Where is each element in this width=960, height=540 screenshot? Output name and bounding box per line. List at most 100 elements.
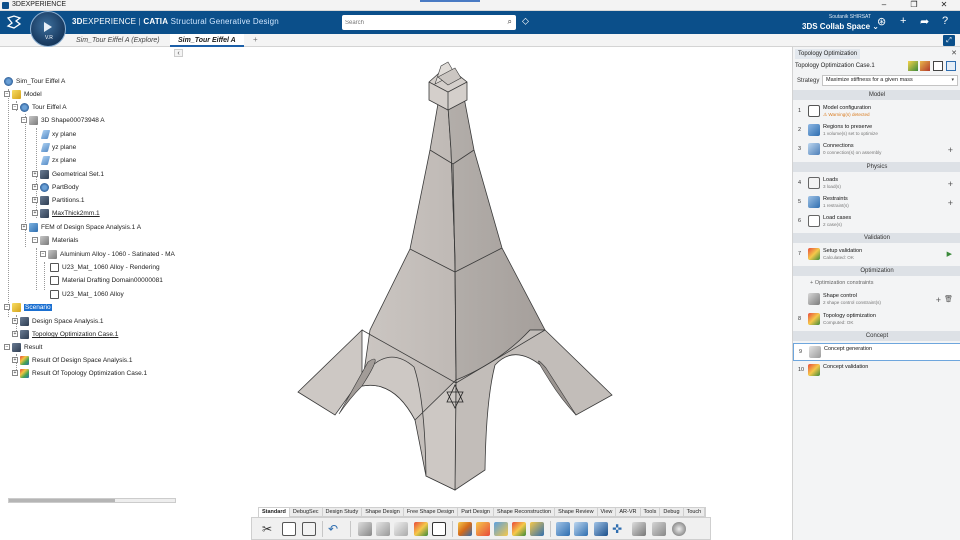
case-report-icon[interactable] — [933, 61, 943, 71]
collab-space-selector[interactable]: 3DS Collab Space ⌄ — [802, 22, 879, 31]
tree-node-geometrical-set[interactable]: + Geometrical Set.1 — [32, 169, 104, 181]
add-connection-icon[interactable]: + — [948, 145, 953, 155]
paste-icon[interactable] — [302, 522, 316, 536]
help-icon[interactable]: ? — [942, 15, 948, 27]
expand-icon[interactable]: + — [32, 184, 38, 191]
delete-icon[interactable]: 🗑 — [944, 295, 953, 303]
design-space-icon[interactable] — [458, 522, 472, 536]
undo-icon[interactable]: ↶ — [328, 522, 342, 536]
split-icon[interactable]: ✜ — [612, 522, 626, 536]
compass-move-icon[interactable] — [594, 522, 608, 536]
maximize-button[interactable]: ❐ — [900, 0, 928, 10]
search-input[interactable] — [345, 17, 495, 28]
simulation-icon[interactable] — [414, 522, 428, 536]
case-run-icon[interactable] — [920, 61, 930, 71]
step-load-cases[interactable]: 6 Load cases 2 case(s) — [793, 213, 960, 231]
shape-icon[interactable] — [494, 522, 508, 536]
toolbar-tab-debugsec[interactable]: DebugSec — [290, 508, 323, 517]
expand-icon[interactable]: + — [32, 171, 38, 178]
expand-icon[interactable]: + — [21, 224, 27, 231]
toolbar-tab-shape-review[interactable]: Shape Review — [555, 508, 598, 517]
expand-icon[interactable]: + — [12, 370, 18, 377]
collapse-icon[interactable]: − — [12, 104, 18, 111]
close-panel-button[interactable]: ✕ — [951, 49, 957, 57]
collapse-tree-button[interactable]: ‹ — [174, 49, 183, 57]
play-icon[interactable] — [44, 22, 52, 32]
hide-show-icon[interactable] — [358, 522, 372, 536]
rotate-icon[interactable] — [574, 522, 588, 536]
tree-node-result[interactable]: − Result — [4, 342, 42, 354]
tree-node-tour-eiffel[interactable]: − Tour Eiffel A — [12, 102, 67, 114]
tree-node-materials[interactable]: − Materials — [32, 235, 78, 247]
expand-icon[interactable]: + — [12, 331, 18, 338]
tree-node-yz-plane[interactable]: yz plane — [40, 142, 76, 154]
compass-widget[interactable]: V.R — [30, 11, 66, 47]
tree-node-scenario[interactable]: − Scenario — [4, 302, 52, 314]
share-icon[interactable]: ➦ — [920, 15, 929, 28]
step-connections[interactable]: 3 Connections 0 connection(s) on assembly… — [793, 141, 960, 159]
tree-node-aluminium[interactable]: − Aluminium Alloy - 1060 - Satinated - MA — [40, 249, 175, 261]
tools-icon[interactable] — [652, 522, 666, 536]
collapse-icon[interactable]: − — [4, 304, 10, 311]
boolean-icon[interactable] — [476, 522, 490, 536]
toolbar-tab-debug[interactable]: Debug — [660, 508, 684, 517]
toolbar-tab-shape-reconstruction[interactable]: Shape Reconstruction — [494, 508, 556, 517]
user-avatar-icon[interactable]: ⊛ — [877, 15, 886, 28]
tree-node-xy-plane[interactable]: xy plane — [40, 129, 76, 141]
step-loads[interactable]: 4 Loads 3 load(s) + — [793, 175, 960, 193]
drag-handle[interactable] — [420, 0, 480, 2]
toolbar-tab-tools[interactable]: Tools — [641, 508, 661, 517]
copy-icon[interactable] — [282, 522, 296, 536]
add-tab-button[interactable]: + — [253, 35, 258, 44]
tree-horizontal-scrollbar[interactable] — [8, 498, 176, 503]
expand-icon[interactable]: + — [32, 197, 38, 204]
3ds-logo-icon[interactable] — [6, 15, 22, 29]
strategy-dropdown[interactable]: Maximize stiffness for a given mass ▾ — [822, 75, 958, 86]
fullscreen-icon[interactable]: ⤢ — [943, 35, 955, 46]
render-style-icon[interactable] — [672, 522, 686, 536]
add-icon[interactable]: + — [900, 15, 906, 27]
tag-icon[interactable]: ⬦ — [522, 16, 529, 27]
close-window-button[interactable]: ✕ — [930, 0, 958, 10]
tree-node-maxthick[interactable]: + MaxThick2mm.1 — [32, 208, 100, 220]
measure-icon[interactable] — [394, 522, 408, 536]
tree-node-fem[interactable]: + FEM of Design Space Analysis.1 A — [21, 222, 141, 234]
tree-node-result-design-space[interactable]: + Result Of Design Space Analysis.1 — [12, 355, 132, 367]
3d-viewport[interactable] — [186, 47, 790, 507]
minimize-button[interactable]: – — [870, 0, 898, 10]
result-icon[interactable] — [512, 522, 526, 536]
step-concept-generation[interactable]: 9 Concept generation — [793, 343, 960, 361]
collapse-icon[interactable]: − — [40, 251, 46, 258]
info-icon[interactable] — [432, 522, 446, 536]
cut-icon[interactable]: ✂ — [262, 522, 276, 536]
case-table-icon[interactable] — [946, 61, 956, 71]
add-restraint-icon[interactable]: + — [948, 198, 953, 208]
toolbar-tab-standard[interactable]: Standard — [259, 508, 290, 517]
tree-node-topology-case[interactable]: + Topology Optimization Case.1 — [12, 329, 118, 341]
toolbar-tab-design-study[interactable]: Design Study — [323, 508, 363, 517]
toolbar-tab-ar-vr[interactable]: AR-VR — [616, 508, 641, 517]
tab-sim-tour-eiffel[interactable]: Sim_Tour Eiffel A — [170, 34, 244, 47]
tree-node-rendering[interactable]: U23_Mat_ 1060 Alloy - Rendering — [50, 262, 160, 274]
step-shape-control[interactable]: Shape control 2 shape control constraint(… — [793, 291, 960, 309]
toolbar-tab-shape-design[interactable]: Shape Design — [362, 508, 404, 517]
tree-node-3d-shape[interactable]: −3D Shape00073948 A — [21, 115, 105, 127]
toolbar-tab-free-shape-design[interactable]: Free Shape Design — [404, 508, 459, 517]
tree-node-model[interactable]: − Model — [4, 89, 42, 101]
optimization-constraints-link[interactable]: + Optimization constraints — [810, 280, 873, 286]
run-validation-icon[interactable]: ▶ — [947, 250, 952, 258]
scrollbar-thumb[interactable] — [9, 499, 115, 502]
properties-icon[interactable] — [376, 522, 390, 536]
step-concept-validation[interactable]: 10 Concept validation — [793, 362, 960, 380]
step-model-configuration[interactable]: 1 Model configuration ⚠ Warning(s) detect… — [793, 103, 960, 121]
collapse-icon[interactable]: − — [32, 237, 38, 244]
tree-node-partitions[interactable]: + Partitions.1 — [32, 195, 85, 207]
add-shape-control-icon[interactable]: + — [936, 295, 941, 305]
translate-icon[interactable] — [556, 522, 570, 536]
tree-node-partbody[interactable]: + PartBody — [32, 182, 79, 194]
toolbar-tab-view[interactable]: View — [598, 508, 617, 517]
tree-node-design-space-analysis[interactable]: + Design Space Analysis.1 — [12, 316, 104, 328]
step-restraints[interactable]: 5 Restraints 1 restraint(s) + — [793, 194, 960, 212]
assembly-icon[interactable] — [632, 522, 646, 536]
tree-node-result-topology[interactable]: + Result Of Topology Optimization Case.1 — [12, 368, 147, 380]
